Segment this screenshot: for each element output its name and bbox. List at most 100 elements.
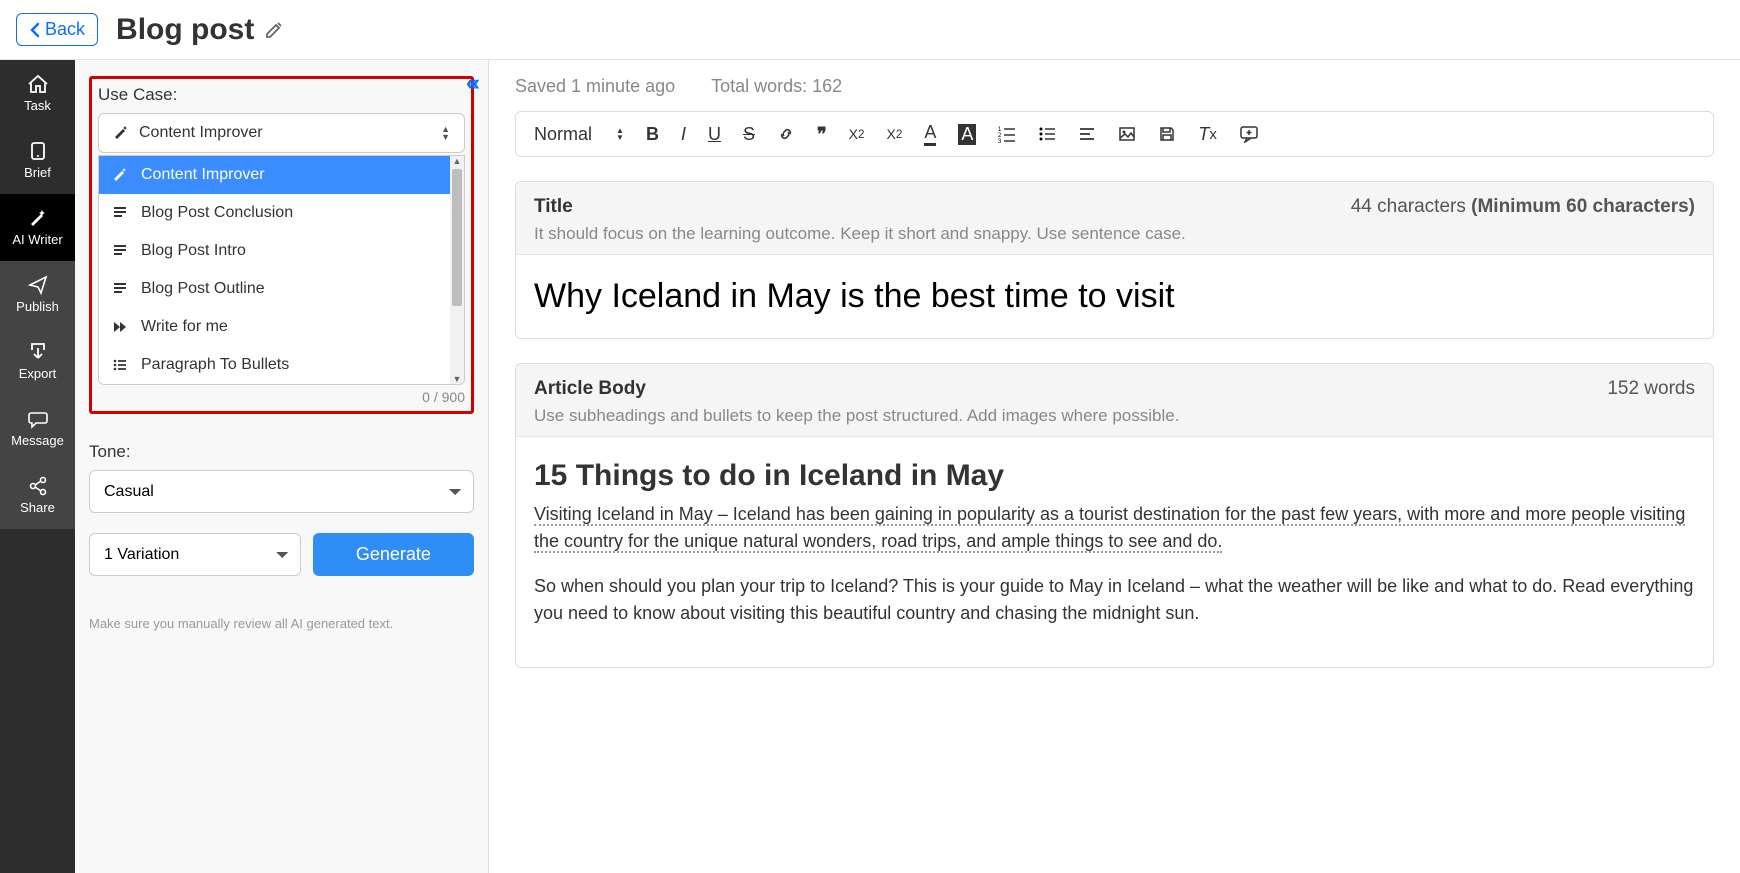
underline-icon[interactable]: U bbox=[708, 124, 721, 145]
option-label: Blog Post Intro bbox=[141, 242, 246, 260]
option-label: Content Improver bbox=[141, 166, 265, 184]
bold-icon[interactable]: B bbox=[646, 124, 659, 145]
chat-icon bbox=[28, 409, 48, 429]
select-caret-icon: ▲▼ bbox=[441, 125, 450, 141]
subscript-icon[interactable]: X2 bbox=[849, 126, 865, 142]
article-body-card: Article Body 152 words Use subheadings a… bbox=[515, 363, 1714, 668]
image-icon[interactable] bbox=[1118, 125, 1136, 143]
collapse-panel-icon[interactable]: ‹‹‹ bbox=[466, 70, 476, 96]
lines-icon bbox=[113, 206, 129, 220]
variation-select[interactable]: 1 Variation bbox=[89, 533, 301, 576]
use-case-option-intro[interactable]: Blog Post Intro bbox=[99, 232, 452, 270]
settings-panel: ‹‹‹ Use Case: Content Improver ▲▼ Conten… bbox=[75, 60, 489, 873]
use-case-dropdown: Content Improver Blog Post Conclusion Bl… bbox=[98, 155, 465, 385]
page-title: Blog post bbox=[116, 13, 254, 47]
share-icon bbox=[28, 476, 48, 496]
link-icon[interactable] bbox=[777, 125, 795, 143]
sidebar-label: Export bbox=[19, 366, 57, 381]
wand-icon bbox=[113, 125, 129, 141]
sidebar-item-ai-writer[interactable]: AI Writer bbox=[0, 194, 75, 261]
scrollbar-thumb[interactable] bbox=[452, 169, 462, 306]
wand-icon bbox=[113, 168, 129, 182]
saved-status: Saved 1 minute ago bbox=[515, 76, 675, 97]
option-label: Blog Post Conclusion bbox=[141, 204, 293, 222]
sidebar-label: Message bbox=[11, 433, 64, 448]
use-case-highlighted-box: Use Case: Content Improver ▲▼ Content Im… bbox=[89, 76, 474, 414]
sidebar-item-brief[interactable]: Brief bbox=[0, 127, 75, 194]
sidebar-item-message[interactable]: Message bbox=[0, 395, 75, 462]
lines-icon bbox=[113, 244, 129, 258]
sidebar-label: AI Writer bbox=[12, 232, 62, 247]
sidebar-label: Task bbox=[24, 98, 51, 113]
chevron-left-icon bbox=[29, 22, 41, 38]
review-disclaimer: Make sure you manually review all AI gen… bbox=[89, 616, 474, 631]
body-word-count: 152 words bbox=[1607, 378, 1695, 400]
dropdown-scrollbar[interactable]: ▲ ▼ bbox=[450, 156, 464, 384]
use-case-selected-text: Content Improver bbox=[139, 124, 263, 142]
text-color-icon[interactable]: A bbox=[924, 122, 936, 146]
scroll-down-icon: ▼ bbox=[453, 374, 462, 384]
editor-area: Saved 1 minute ago Total words: 162 Norm… bbox=[489, 60, 1740, 873]
char-counter: 0 / 900 bbox=[98, 389, 465, 405]
body-hint: Use subheadings and bullets to keep the … bbox=[534, 406, 1695, 426]
use-case-option-content-improver[interactable]: Content Improver bbox=[99, 156, 452, 194]
export-icon bbox=[28, 342, 48, 362]
option-label: Blog Post Outline bbox=[141, 280, 265, 298]
use-case-select[interactable]: Content Improver ▲▼ bbox=[98, 113, 465, 153]
quote-icon[interactable]: ❞ bbox=[817, 124, 827, 145]
option-label: Write for me bbox=[141, 318, 228, 336]
save-icon[interactable] bbox=[1158, 125, 1176, 143]
tone-label: Tone: bbox=[89, 442, 474, 462]
article-p1: Visiting Iceland in May – Iceland has be… bbox=[534, 504, 1685, 553]
forward-icon bbox=[113, 320, 129, 334]
unordered-list-icon[interactable] bbox=[1038, 125, 1056, 143]
article-h2: 15 Things to do in Iceland in May bbox=[534, 459, 1695, 493]
article-body-editor[interactable]: 15 Things to do in Iceland in May Visiti… bbox=[516, 437, 1713, 667]
title-hint: It should focus on the learning outcome.… bbox=[534, 224, 1695, 244]
strikethrough-icon[interactable]: S bbox=[743, 124, 755, 145]
tone-select[interactable]: Casual bbox=[89, 470, 474, 513]
use-case-option-conclusion[interactable]: Blog Post Conclusion bbox=[99, 194, 452, 232]
sidebar-item-task[interactable]: Task bbox=[0, 60, 75, 127]
left-sidebar: Task Brief AI Writer Publish Export Mess… bbox=[0, 60, 75, 873]
editor-toolbar: Normal ▲▼ B I U S ❞ X2 X2 A A 123 Tx bbox=[515, 111, 1714, 157]
option-label: Paragraph To Bullets bbox=[141, 356, 289, 374]
back-button[interactable]: Back bbox=[16, 13, 98, 46]
use-case-option-write-for-me[interactable]: Write for me bbox=[99, 308, 452, 346]
home-icon bbox=[27, 74, 49, 94]
body-heading: Article Body bbox=[534, 378, 646, 400]
font-style-label: Normal bbox=[534, 124, 592, 145]
italic-icon[interactable]: I bbox=[681, 124, 686, 145]
wand-icon bbox=[27, 208, 49, 228]
top-bar: Back Blog post bbox=[0, 0, 1740, 60]
sidebar-item-export[interactable]: Export bbox=[0, 328, 75, 395]
back-label: Back bbox=[45, 19, 85, 40]
send-icon bbox=[28, 275, 48, 295]
clear-format-icon[interactable]: Tx bbox=[1198, 124, 1217, 145]
generate-button[interactable]: Generate bbox=[313, 533, 474, 576]
scroll-up-icon: ▲ bbox=[453, 156, 462, 166]
title-card: Title 44 characters (Minimum 60 characte… bbox=[515, 181, 1714, 339]
title-input[interactable] bbox=[534, 277, 1695, 316]
caret-updown-icon: ▲▼ bbox=[616, 127, 624, 141]
sidebar-label: Publish bbox=[16, 299, 59, 314]
comment-icon[interactable] bbox=[1239, 125, 1259, 143]
article-p2: So when should you plan your trip to Ice… bbox=[534, 573, 1695, 627]
list-icon bbox=[113, 358, 129, 372]
total-words: Total words: 162 bbox=[711, 76, 842, 97]
svg-text:3: 3 bbox=[998, 139, 1002, 143]
sidebar-item-share[interactable]: Share bbox=[0, 462, 75, 529]
title-char-count: 44 characters (Minimum 60 characters) bbox=[1351, 196, 1695, 218]
use-case-option-paragraph-bullets[interactable]: Paragraph To Bullets bbox=[99, 346, 452, 384]
sidebar-label: Brief bbox=[24, 165, 51, 180]
align-icon[interactable] bbox=[1078, 125, 1096, 143]
font-style-select[interactable]: Normal ▲▼ bbox=[534, 124, 624, 145]
tablet-icon bbox=[28, 141, 48, 161]
title-heading: Title bbox=[534, 196, 573, 218]
highlight-icon[interactable]: A bbox=[958, 124, 976, 145]
ordered-list-icon[interactable]: 123 bbox=[998, 125, 1016, 143]
superscript-icon[interactable]: X2 bbox=[886, 126, 902, 142]
sidebar-item-publish[interactable]: Publish bbox=[0, 261, 75, 328]
edit-title-icon[interactable] bbox=[264, 20, 284, 40]
use-case-option-outline[interactable]: Blog Post Outline bbox=[99, 270, 452, 308]
